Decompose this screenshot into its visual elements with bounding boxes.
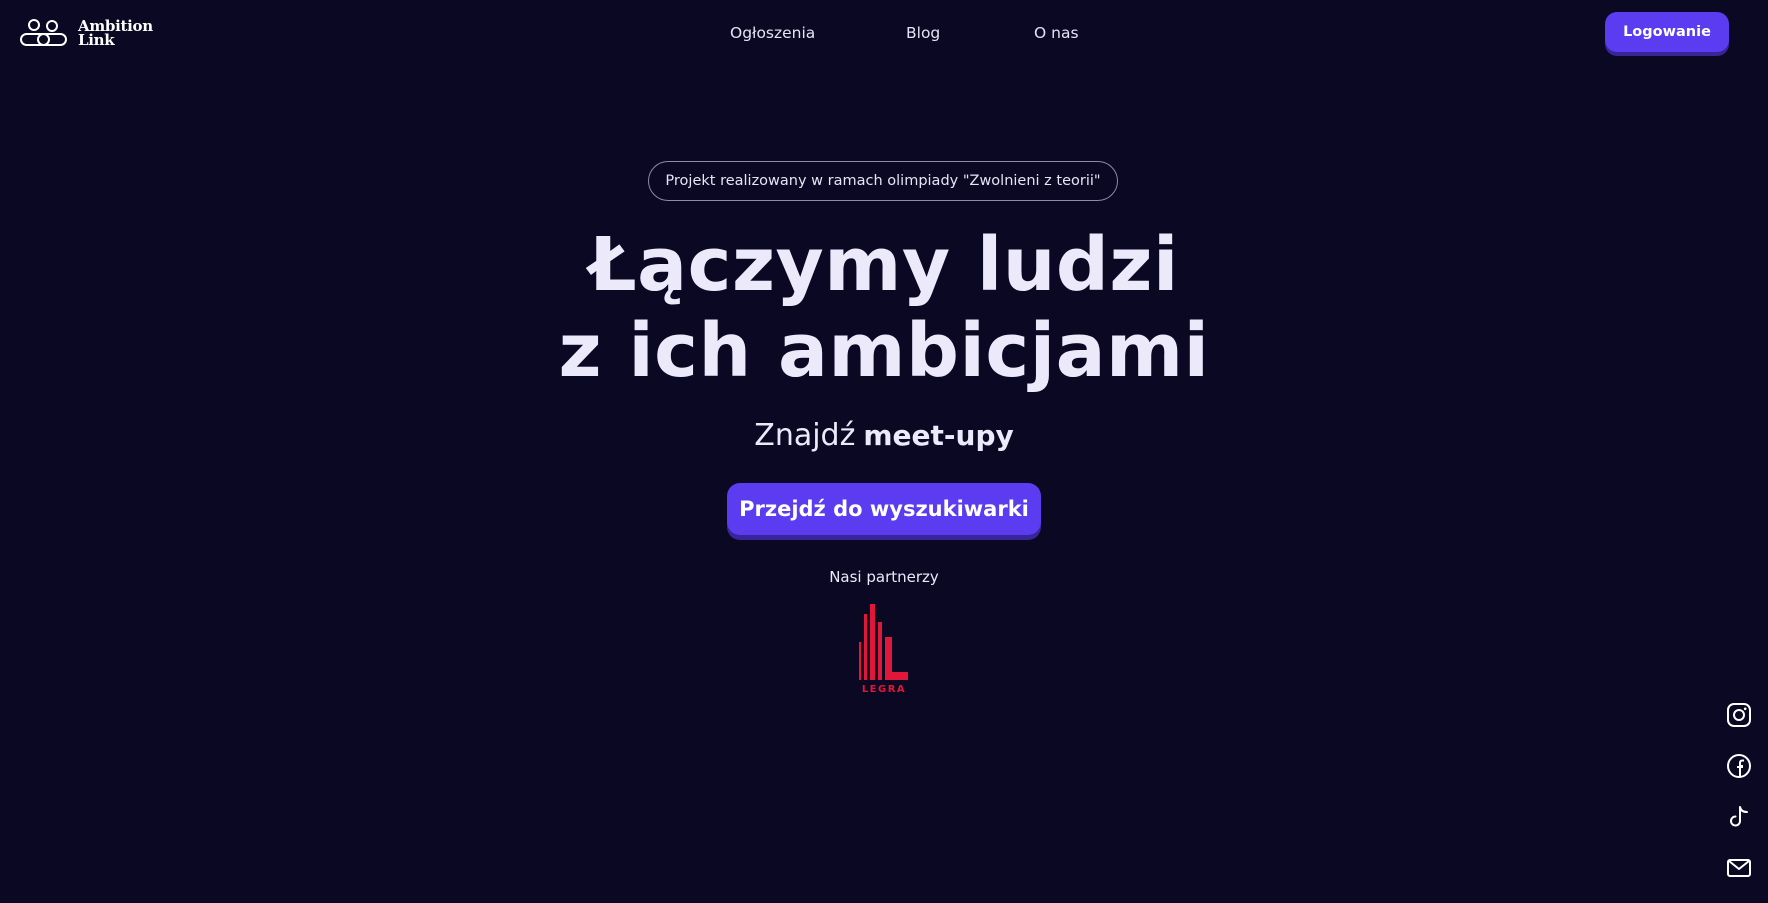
olympiad-badge: Projekt realizowany w ramach olimpiady "… (648, 161, 1118, 201)
site-logo[interactable]: Ambition Link (20, 18, 153, 48)
logo-mark-icon (20, 19, 67, 46)
hero-title-line2: z ich ambicjami (558, 308, 1210, 394)
tiktok-icon[interactable] (1726, 804, 1752, 830)
nav-link-o-nas[interactable]: O nas (1034, 24, 1079, 42)
hero-title-line1: Łączymy ludzi (589, 222, 1179, 308)
login-button[interactable]: Logowanie (1605, 12, 1729, 52)
mail-icon[interactable] (1726, 855, 1752, 881)
hero-title: Łączymy ludzi z ich ambicjami (0, 222, 1768, 394)
legra-logo-text: LEGRA (862, 684, 906, 694)
nav-link-blog[interactable]: Blog (906, 24, 1034, 42)
facebook-icon[interactable] (1726, 753, 1752, 779)
partners-label: Nasi partnerzy (829, 568, 939, 586)
logo-text-line2: Link (78, 31, 115, 49)
instagram-icon[interactable] (1726, 702, 1752, 728)
nav-link-ogloszenia[interactable]: Ogłoszenia (730, 24, 906, 42)
social-links (1726, 702, 1752, 881)
main-nav: Ogłoszenia Blog O nas (730, 24, 1079, 42)
subtitle-highlight: meet-upy (863, 419, 1014, 452)
go-to-search-button[interactable]: Przejdź do wyszukiwarki (727, 483, 1041, 535)
hero-subtitle: Znajdź meet-upy (0, 418, 1768, 453)
logo-text: Ambition Link (78, 19, 153, 49)
subtitle-prefix: Znajdź (754, 418, 856, 453)
page: Ambition Link Ogłoszenia Blog O nas Logo… (0, 0, 1768, 903)
legra-logo[interactable]: LEGRA (856, 602, 912, 694)
